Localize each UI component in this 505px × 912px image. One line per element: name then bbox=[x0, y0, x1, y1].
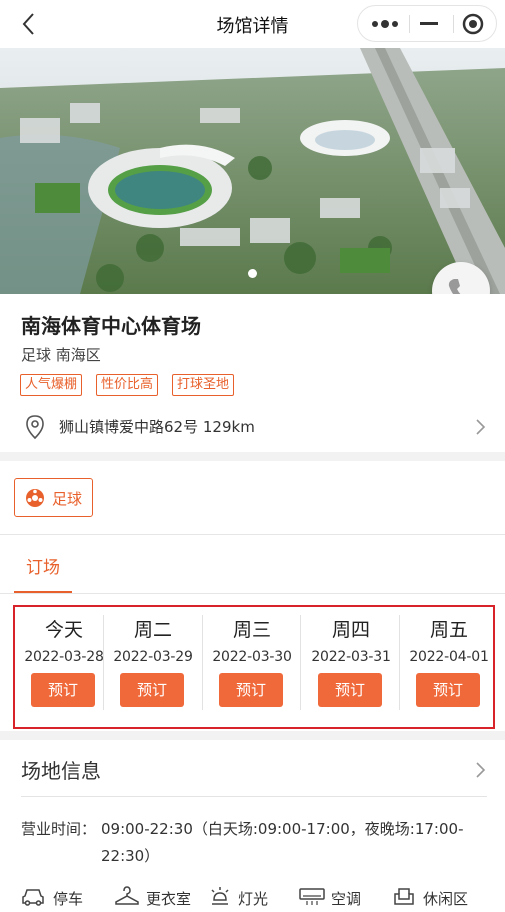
facility-info-title: 场地信息 bbox=[21, 759, 101, 783]
lamp-icon bbox=[211, 887, 229, 905]
navigation-bar: 场馆详情 bbox=[0, 0, 505, 48]
sofa-icon bbox=[394, 888, 414, 905]
venue-tag: 打球圣地 bbox=[172, 374, 235, 396]
amenity-label: 更衣室 bbox=[146, 890, 192, 908]
day-date: 2022-03-31 bbox=[311, 649, 391, 665]
opening-hours: 营业时间： 09:00-22:30（白天场:09:00-17:00，夜晚场:17… bbox=[21, 816, 471, 870]
venue-sport: 足球 bbox=[21, 346, 52, 364]
hanger-icon bbox=[115, 886, 139, 905]
day-name: 周三 bbox=[232, 619, 271, 641]
venue-info-card: 南海体育中心体育场 足球 南海区 人气爆棚 性价比高 打球圣地 狮山镇博爱中路62号… bbox=[0, 294, 505, 452]
venue-district: 南海区 bbox=[55, 346, 101, 364]
booking-card: 足球 订场 今天 2022-03-28 预订 周二 2022-03-29 预订 … bbox=[0, 461, 505, 731]
sport-filter-label: 足球 bbox=[52, 490, 83, 508]
sport-filter-football[interactable]: 足球 bbox=[14, 478, 93, 517]
football-icon bbox=[25, 488, 45, 512]
tab-booking[interactable]: 订场 bbox=[14, 549, 72, 593]
more-icon[interactable] bbox=[362, 6, 408, 41]
venue-tag: 人气爆棚 bbox=[20, 374, 83, 396]
day-name: 周五 bbox=[429, 619, 468, 641]
day-name: 周四 bbox=[331, 619, 370, 641]
book-button[interactable]: 预订 bbox=[31, 673, 95, 707]
amenity-label: 停车 bbox=[53, 890, 84, 908]
date-option: 周三 2022-03-30 预订 bbox=[203, 607, 301, 727]
close-miniprogram-icon[interactable] bbox=[450, 6, 496, 41]
chevron-right-icon bbox=[474, 418, 486, 440]
amenity-label: 空调 bbox=[331, 890, 362, 908]
book-button[interactable]: 预订 bbox=[219, 673, 283, 707]
day-name: 今天 bbox=[44, 619, 83, 641]
address-text: 狮山镇博爱中路62号 129km bbox=[59, 416, 255, 437]
carousel-dot bbox=[248, 269, 257, 278]
facility-info-card: 场地信息 营业时间： 09:00-22:30（白天场:09:00-17:00，夜… bbox=[0, 740, 505, 912]
car-icon bbox=[22, 889, 44, 906]
venue-name: 南海体育中心体育场 bbox=[21, 314, 201, 338]
date-selector: 今天 2022-03-28 预订 周二 2022-03-29 预订 周三 202… bbox=[13, 605, 495, 729]
facility-info-header[interactable]: 场地信息 bbox=[0, 740, 505, 796]
tab-booking-label: 订场 bbox=[26, 558, 60, 578]
address: 狮山镇博爱中路62号 bbox=[59, 418, 199, 436]
venue-meta: 足球 南海区 bbox=[21, 344, 101, 365]
divider bbox=[0, 534, 505, 535]
divider bbox=[0, 593, 505, 594]
day-name: 周二 bbox=[133, 619, 172, 641]
venue-tags: 人气爆棚 性价比高 打球圣地 bbox=[20, 373, 248, 396]
book-button[interactable]: 预订 bbox=[120, 673, 184, 707]
day-date: 2022-03-30 bbox=[212, 649, 292, 665]
date-option: 周二 2022-03-29 预订 bbox=[104, 607, 202, 727]
day-date: 2022-03-29 bbox=[113, 649, 193, 665]
carousel-indicator bbox=[0, 263, 505, 282]
amenity-label: 休闲区 bbox=[423, 890, 469, 908]
location-pin-icon bbox=[24, 414, 46, 444]
opening-hours-label: 营业时间： bbox=[21, 820, 97, 838]
opening-hours-value: 09:00-22:30（白天场:09:00-17:00，夜晚场:17:00-22… bbox=[101, 820, 464, 865]
divider bbox=[21, 796, 487, 797]
chevron-right-icon bbox=[474, 761, 486, 783]
date-option: 今天 2022-03-28 预订 bbox=[15, 607, 113, 727]
miniprogram-capsule bbox=[357, 5, 497, 42]
book-button[interactable]: 预订 bbox=[318, 673, 382, 707]
date-option: 周四 2022-03-31 预订 bbox=[302, 607, 400, 727]
distance: 129km bbox=[202, 418, 255, 436]
amenity-label: 灯光 bbox=[238, 890, 269, 908]
address-row[interactable]: 狮山镇博爱中路62号 129km bbox=[0, 404, 505, 448]
day-date: 2022-04-01 bbox=[409, 649, 489, 665]
amenities-list: 停车 更衣室 灯光 空调 休闲区 bbox=[0, 884, 505, 912]
venue-tag: 性价比高 bbox=[96, 374, 159, 396]
date-option: 周五 2022-04-01 预订 bbox=[400, 607, 498, 727]
minimize-icon[interactable] bbox=[406, 6, 452, 41]
book-button[interactable]: 预订 bbox=[416, 673, 480, 707]
air-conditioner-icon bbox=[299, 888, 325, 905]
venue-aerial-image bbox=[0, 48, 505, 294]
venue-photo-carousel[interactable] bbox=[0, 48, 505, 294]
